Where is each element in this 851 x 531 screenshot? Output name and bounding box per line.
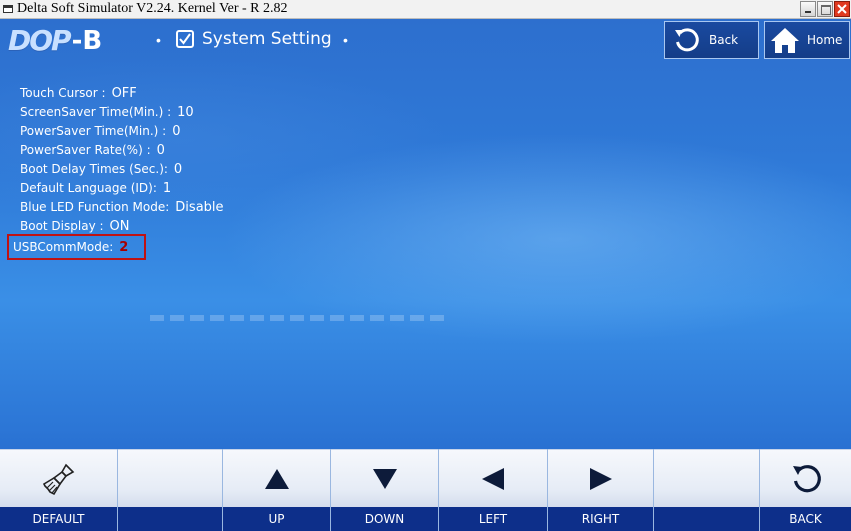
softkey-label [654,507,759,531]
window-controls [800,1,850,17]
setting-powersaver-time[interactable]: PowerSaver Time(Min.) : 0 [20,122,180,140]
setting-boot-delay[interactable]: Boot Delay Times (Sec.): 0 [20,160,182,178]
broom-icon [42,463,74,495]
logo-text: DOP [8,24,72,57]
arrow-up-icon [264,468,289,489]
setting-value: OFF [111,85,137,101]
setting-value: 0 [173,161,183,177]
softkey-down[interactable]: DOWN [331,449,439,531]
softkey-up[interactable]: UP [223,449,331,531]
setting-touch-cursor[interactable]: Touch Cursor : OFF [20,84,137,102]
setting-value: 0 [172,123,181,139]
close-icon [837,4,847,14]
softkey-label [118,507,222,531]
softkey-face [223,449,330,507]
softkey-label: UP [223,507,330,531]
home-button[interactable]: Home [764,21,850,59]
setting-label: ScreenSaver Time(Min.) : [20,105,172,119]
softkey-left[interactable]: LEFT [439,449,548,531]
screen-glare [150,315,450,321]
minimize-button[interactable] [800,1,816,17]
checkmark-icon [176,30,194,48]
maximize-button[interactable] [817,1,833,17]
softkey-face [760,449,851,507]
back-circle-icon [675,28,699,52]
setting-label: USBCommMode: [13,240,114,254]
window-title: Delta Soft Simulator V2.24. Kernel Ver -… [17,1,288,16]
softkey-label: DOWN [331,507,438,531]
setting-value: Disable [175,199,224,215]
arrow-right-icon [589,467,612,490]
back-button-label: Back [709,33,739,47]
back-circle-icon [792,464,821,492]
softkey-empty[interactable] [118,449,223,531]
softkey-face [118,449,222,507]
back-button[interactable]: Back [664,21,759,59]
simulator-window: Delta Soft Simulator V2.24. Kernel Ver -… [0,0,851,531]
setting-value: 0 [156,142,165,158]
hmi-screen: DOP -B • System Setting • Back Home Touc… [0,19,851,531]
setting-label: PowerSaver Rate(%) : [20,143,151,157]
setting-label: Blue LED Function Mode: [20,200,170,214]
softkey-label: LEFT [439,507,547,531]
setting-value: 10 [177,104,194,120]
setting-label: Default Language (ID): [20,181,157,195]
screen-header: DOP -B • System Setting • Back Home [0,19,851,63]
softkey-bar: DEFAULT UP DOWN LEFT RIGHT BACK [0,449,851,531]
softkey-label: RIGHT [548,507,653,531]
setting-label: PowerSaver Time(Min.) : [20,124,167,138]
logo-suffix: -B [71,25,103,56]
softkey-face [0,449,117,507]
softkey-face [548,449,653,507]
arrow-left-icon [482,467,504,490]
home-icon [771,28,799,53]
close-button[interactable] [834,1,850,17]
setting-default-language[interactable]: Default Language (ID): 1 [20,179,171,197]
setting-label: Boot Delay Times (Sec.): [20,162,168,176]
home-button-label: Home [807,33,843,47]
setting-value: 1 [162,180,172,196]
page-title: System Setting [202,29,332,49]
softkey-face [654,449,759,507]
setting-blue-led-mode[interactable]: Blue LED Function Mode: Disable [20,198,224,216]
softkey-empty[interactable] [654,449,760,531]
softkey-right[interactable]: RIGHT [548,449,654,531]
setting-label: Touch Cursor : [20,86,106,100]
setting-value: 2 [119,239,129,255]
softkey-label: BACK [760,507,851,531]
setting-label: Boot Display : [20,219,104,233]
softkey-face [439,449,547,507]
title-separator: • [343,32,348,48]
dop-b-logo: DOP -B [8,24,102,57]
softkey-label: DEFAULT [0,507,117,531]
softkey-default[interactable]: DEFAULT [0,449,118,531]
title-bar: Delta Soft Simulator V2.24. Kernel Ver -… [0,0,851,19]
window-icon [3,5,13,13]
setting-usb-comm-mode[interactable]: USBCommMode: 2 [7,234,147,260]
setting-value: ON [109,218,130,234]
softkey-back[interactable]: BACK [760,449,851,531]
setting-screensaver-time[interactable]: ScreenSaver Time(Min.) : 10 [20,103,194,121]
title-separator: • [156,32,161,48]
softkey-face [331,449,438,507]
setting-boot-display[interactable]: Boot Display : ON [20,217,130,235]
arrow-down-icon [372,468,397,489]
setting-powersaver-rate[interactable]: PowerSaver Rate(%) : 0 [20,141,165,159]
